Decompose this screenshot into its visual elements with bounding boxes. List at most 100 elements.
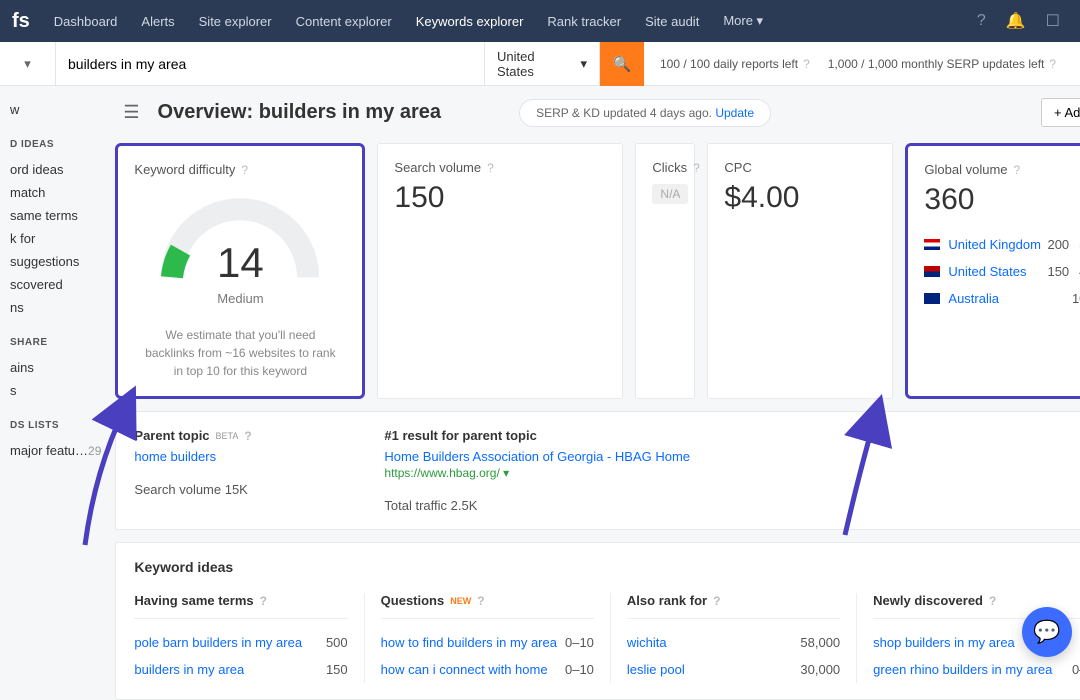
nav-dashboard[interactable]: Dashboard [44, 14, 128, 29]
screen-icon[interactable]: ☐ [1038, 11, 1068, 31]
ideas-col-head: Also rank for [627, 593, 707, 608]
sidebar-item[interactable]: scovered [10, 273, 101, 296]
kd-label: Keyword difficulty [134, 162, 235, 177]
clicks-value: N/A [652, 184, 688, 204]
flag-gb-icon [924, 239, 940, 250]
keyword-ideas-card: Keyword ideas Having same terms? pole ba… [115, 542, 1080, 700]
sidebar-list-item[interactable]: major featu… [10, 439, 88, 462]
search-bar: ▾ United States ▾ 🔍 100 / 100 daily repo… [0, 42, 1080, 86]
parent-topic-link[interactable]: home builders [134, 449, 216, 464]
monthly-credits: 1,000 / 1,000 monthly SERP updates left [828, 57, 1045, 71]
kd-gauge: 14 [155, 189, 325, 289]
kd-value: 14 [155, 239, 325, 287]
ideas-col-head: Newly discovered [873, 593, 983, 608]
sidebar-item[interactable]: ns [10, 296, 101, 319]
nav-more[interactable]: More ▾ [713, 13, 773, 29]
ideas-col-head: Questions [381, 593, 445, 608]
sidebar-overview[interactable]: w [10, 98, 101, 121]
daily-credits: 100 / 100 daily reports left [660, 57, 798, 71]
sidebar-head-ideas: D IDEAS [10, 139, 101, 150]
new-badge: NEW [450, 596, 471, 606]
search-mode-dropdown[interactable]: ▾ [0, 42, 56, 85]
gv-country-link[interactable]: Australia [924, 291, 999, 306]
help-icon[interactable]: ? [693, 161, 700, 175]
idea-value: 500 [326, 635, 348, 650]
help-icon[interactable]: ? [803, 57, 810, 71]
cpc-label: CPC [724, 160, 751, 175]
ideas-title: Keyword ideas [134, 559, 1080, 575]
gv-country-link[interactable]: United Kingdom [924, 237, 1041, 252]
parent-sv: Search volume 15K [134, 482, 344, 497]
nav-site-audit[interactable]: Site audit [635, 14, 709, 29]
content: ☰ Overview: builders in my area SERP & K… [111, 86, 1080, 700]
nav-alerts[interactable]: Alerts [131, 14, 184, 29]
global-volume-card: Global volume? 360 United Kingdom2005 Un… [905, 143, 1080, 399]
nav-site-explorer[interactable]: Site explorer [189, 14, 282, 29]
update-link[interactable]: Update [715, 106, 754, 120]
logo: fs [12, 10, 30, 33]
kd-rating: Medium [134, 291, 346, 306]
search-volume-card: Search volume? 150 [377, 143, 623, 399]
sidebar-item[interactable]: suggestions [10, 250, 101, 273]
help-icon[interactable]: ? [260, 594, 267, 608]
beta-badge: BETA [216, 431, 239, 441]
result-traffic: Total traffic 2.5K [384, 498, 1080, 513]
idea-keyword-link[interactable]: pole barn builders in my area [134, 635, 302, 650]
help-icon[interactable]: ? [487, 161, 494, 175]
help-icon[interactable]: ? [969, 12, 994, 30]
page-title: Overview: builders in my area [158, 101, 441, 124]
top-nav: fs Dashboard Alerts Site explorer Conten… [0, 0, 1080, 42]
sv-value: 150 [394, 181, 606, 215]
gv-country-link[interactable]: United States [924, 264, 1026, 279]
chat-fab[interactable]: 💬 [1022, 607, 1072, 657]
sidebar-item[interactable]: same terms [10, 204, 101, 227]
kd-description: We estimate that you'll need backlinks f… [134, 326, 346, 380]
ideas-col-head: Having same terms [134, 593, 253, 608]
idea-keyword-link[interactable]: wichita [627, 635, 667, 650]
idea-value: 0–10 [565, 635, 594, 650]
result-title-link[interactable]: Home Builders Association of Georgia - H… [384, 449, 690, 464]
idea-keyword-link[interactable]: how to find builders in my area [381, 635, 557, 650]
help-icon[interactable]: ? [713, 594, 720, 608]
sidebar-item[interactable]: k for [10, 227, 101, 250]
help-icon[interactable]: ? [1049, 57, 1056, 71]
help-icon[interactable]: ? [1014, 163, 1021, 177]
sidebar-item[interactable]: match [10, 181, 101, 204]
gv-label: Global volume [924, 162, 1007, 177]
cpc-value: $4.00 [724, 181, 876, 215]
keyword-difficulty-card: Keyword difficulty? 14 Medium We estimat… [115, 143, 365, 399]
menu-icon[interactable]: ☰ [115, 102, 147, 123]
nav-content-explorer[interactable]: Content explorer [286, 14, 402, 29]
idea-keyword-link[interactable]: shop builders in my area [873, 635, 1015, 650]
nav-rank-tracker[interactable]: Rank tracker [537, 14, 631, 29]
result-url[interactable]: https://www.hbag.org/ ▾ [384, 466, 1080, 480]
sidebar-item[interactable]: s [10, 379, 101, 402]
bell-icon[interactable]: 🔔 [998, 11, 1034, 31]
add-button[interactable]: + Ad [1041, 98, 1080, 127]
nav-keywords-explorer[interactable]: Keywords explorer [406, 14, 534, 29]
clicks-label: Clicks [652, 160, 687, 175]
idea-value: 58,000 [800, 635, 840, 650]
clicks-card: Clicks? N/A [635, 143, 695, 399]
sidebar-item[interactable]: ains [10, 356, 101, 379]
sidebar-item[interactable]: ord ideas [10, 158, 101, 181]
parent-label: Parent topic [134, 428, 209, 443]
sidebar-head-lists: DS LISTS [10, 420, 101, 431]
parent-topic-card: Parent topic BETA? home builders Search v… [115, 411, 1080, 530]
update-badge: SERP & KD updated 4 days ago. Update [519, 99, 771, 127]
sv-label: Search volume [394, 160, 481, 175]
flag-au-icon [924, 293, 940, 304]
cpc-card: CPC $4.00 [707, 143, 893, 399]
result-label: #1 result for parent topic [384, 428, 1080, 443]
help-icon[interactable]: ? [241, 163, 248, 177]
search-button[interactable]: 🔍 [600, 42, 644, 86]
help-icon[interactable]: ? [244, 429, 251, 443]
credits-bar: 100 / 100 daily reports left? 1,000 / 1,… [644, 57, 1080, 71]
country-dropdown[interactable]: United States ▾ [484, 42, 600, 85]
sidebar-head-share: SHARE [10, 337, 101, 348]
flag-us-icon [924, 266, 940, 277]
sidebar: w D IDEAS ord ideas match same terms k f… [0, 86, 111, 700]
search-input[interactable] [56, 42, 484, 85]
help-icon[interactable]: ? [989, 594, 996, 608]
help-icon[interactable]: ? [477, 594, 484, 608]
